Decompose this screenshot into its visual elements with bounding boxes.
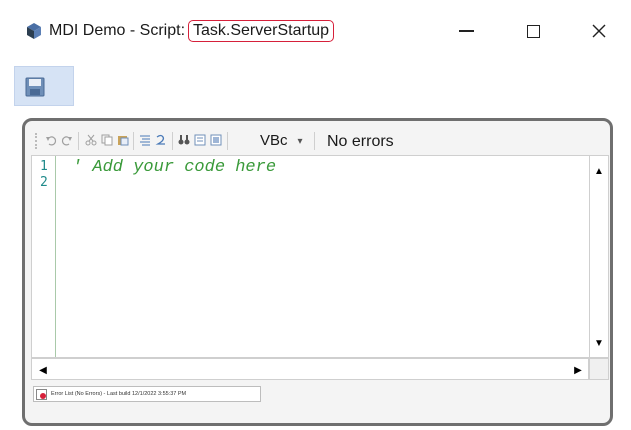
toolbar-separator: [133, 132, 134, 150]
scroll-up-icon[interactable]: ▲: [590, 162, 608, 180]
line-number: 1: [40, 159, 48, 174]
maximize-icon: [526, 24, 540, 38]
minimize-icon: [458, 30, 474, 32]
scroll-left-icon[interactable]: ◀: [34, 361, 52, 379]
scrollbar-corner: [589, 358, 609, 380]
replace-icon[interactable]: [194, 134, 206, 146]
redo-icon[interactable]: [61, 134, 73, 146]
editor-toolbar: VBc ▾ No errors: [33, 127, 603, 155]
vertical-scrollbar[interactable]: ▲ ▼: [589, 155, 609, 358]
main-toolbar: [14, 66, 74, 106]
close-icon: [592, 24, 606, 38]
find-icon[interactable]: [178, 134, 190, 146]
save-icon[interactable]: [25, 77, 45, 97]
undo-icon[interactable]: [45, 134, 57, 146]
toolbar-separator: [314, 132, 315, 150]
paste-icon[interactable]: [117, 134, 129, 146]
horizontal-scrollbar[interactable]: ◀ ▶: [31, 358, 589, 380]
title-bar[interactable]: MDI Demo - Script: Task.ServerStartup: [0, 0, 631, 60]
code-editor[interactable]: 1 2 ' Add your code here: [31, 155, 589, 358]
window-title: MDI Demo - Script: Task.ServerStartup: [49, 20, 335, 42]
error-list-label: Error List (No Errors) - Last build 12/1…: [51, 391, 187, 397]
toolbar-separator: [78, 132, 79, 150]
scroll-right-icon[interactable]: ▶: [569, 361, 587, 379]
maximize-button[interactable]: [510, 14, 556, 48]
line-number: 2: [40, 175, 48, 190]
goto-icon[interactable]: [210, 134, 222, 146]
language-selector[interactable]: VBc: [260, 130, 288, 152]
error-status: No errors: [327, 133, 394, 150]
minimize-button[interactable]: [443, 14, 489, 48]
app-icon: [27, 23, 41, 39]
toolbar-grip[interactable]: [35, 133, 38, 149]
scroll-down-icon[interactable]: ▼: [590, 334, 608, 352]
close-button[interactable]: [576, 14, 622, 48]
line-number-gutter: 1 2: [32, 156, 56, 357]
title-prefix: MDI Demo - Script:: [49, 22, 186, 39]
chevron-down-icon[interactable]: ▾: [290, 131, 310, 151]
script-editor: VBc ▾ No errors 1 2 ' Add your code here…: [22, 118, 613, 426]
script-name-highlight: Task.ServerStartup: [188, 20, 335, 42]
cut-icon[interactable]: [85, 134, 97, 146]
mdi-demo-window: MDI Demo - Script: Task.ServerStartup VB…: [0, 0, 631, 430]
error-list-tab[interactable]: Error List (No Errors) - Last build 12/1…: [33, 386, 261, 402]
uncomment-lines-icon[interactable]: [155, 134, 167, 146]
toolbar-separator: [227, 132, 228, 150]
error-list-icon: [36, 389, 47, 400]
comment-lines-icon[interactable]: [139, 134, 151, 146]
code-line[interactable]: ' Add your code here: [72, 159, 276, 177]
toolbar-separator: [172, 132, 173, 150]
copy-icon[interactable]: [101, 134, 113, 146]
